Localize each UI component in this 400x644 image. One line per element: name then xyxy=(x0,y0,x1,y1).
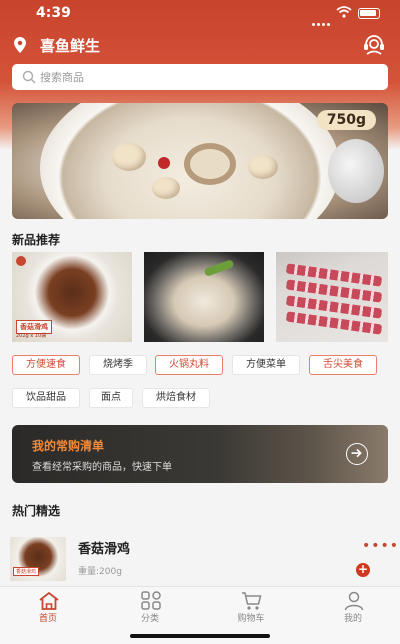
banner-spoon xyxy=(328,139,384,203)
hot-product-name[interactable]: 香菇滑鸡 xyxy=(78,538,130,557)
status-time: 4:39 xyxy=(36,5,71,21)
product-image-label: 香菇滑鸡 xyxy=(13,567,40,576)
new-product-card[interactable]: 香菇滑鸡 202g x 10袋 xyxy=(12,252,132,342)
category-tag[interactable]: 舌尖美食 xyxy=(309,355,377,375)
banner-food-piece xyxy=(184,143,236,185)
promo-banner[interactable]: 750g xyxy=(12,103,388,219)
wifi-icon xyxy=(336,6,352,18)
signal-icon xyxy=(312,11,334,26)
battery-icon xyxy=(358,8,380,19)
product-image-garnish xyxy=(203,259,235,277)
profile-icon xyxy=(344,591,364,611)
location-icon[interactable] xyxy=(14,37,26,53)
banner-weight-label: 750g xyxy=(316,110,376,130)
brand-logo-icon xyxy=(16,256,26,266)
category-tag[interactable]: 饮品甜品 xyxy=(12,388,80,408)
new-product-card[interactable] xyxy=(144,252,264,342)
hot-picks-title: 热门精选 xyxy=(12,504,61,518)
new-product-card[interactable] xyxy=(276,252,388,342)
home-icon xyxy=(39,591,59,610)
frequent-list-card[interactable]: 我的常购清单 查看经常采购的商品，快速下单 xyxy=(12,425,388,483)
category-tag[interactable]: 面点 xyxy=(89,388,133,408)
banner-food-piece xyxy=(112,143,146,171)
tab-label: 首页 xyxy=(38,614,57,624)
banner-pagination xyxy=(182,210,221,219)
tab-label: 购物车 xyxy=(237,614,265,624)
tab-home[interactable]: 首页 xyxy=(8,587,88,633)
banner-food-piece xyxy=(248,155,278,179)
home-indicator xyxy=(130,634,270,638)
tab-label: 我的 xyxy=(343,614,362,624)
app-title[interactable]: 喜鱼鲜生 xyxy=(40,35,100,56)
cart-icon xyxy=(242,592,262,610)
add-to-cart-button[interactable]: + xyxy=(356,563,370,577)
tab-profile[interactable]: 我的 xyxy=(313,587,393,633)
frequent-list-subtitle: 查看经常采购的商品，快速下单 xyxy=(32,462,172,473)
tab-category[interactable]: 分类 xyxy=(110,587,190,633)
arrow-right-icon[interactable] xyxy=(346,443,368,465)
category-tag[interactable]: 烘焙食材 xyxy=(142,388,210,408)
product-image-sublabel: 202g x 10袋 xyxy=(16,333,47,339)
tab-cart[interactable]: 购物车 xyxy=(211,587,291,633)
search-bar[interactable] xyxy=(12,64,388,90)
tab-label: 分类 xyxy=(140,614,159,624)
search-icon xyxy=(22,70,36,84)
hot-product-image[interactable]: 香菇滑鸡 xyxy=(10,537,66,581)
hot-product-weight: 重量:200g xyxy=(78,567,122,577)
category-tag[interactable]: 方便菜单 xyxy=(232,355,300,375)
banner-food-piece xyxy=(152,177,180,199)
category-tag[interactable]: 烧烤季 xyxy=(89,355,147,375)
search-input[interactable] xyxy=(40,68,370,86)
status-bar: 4:39 xyxy=(0,0,400,26)
top-bar: 喜鱼鲜生 xyxy=(0,32,400,58)
more-options-icon[interactable]: •••• xyxy=(362,539,399,553)
new-products-title: 新品推荐 xyxy=(12,233,61,247)
frequent-list-title: 我的常购清单 xyxy=(32,439,105,453)
customer-service-icon[interactable] xyxy=(362,34,386,56)
category-tag[interactable]: 火锅丸料 xyxy=(155,355,223,375)
category-tag[interactable]: 方便速食 xyxy=(12,355,80,375)
category-icon xyxy=(141,591,161,610)
banner-goji-berry xyxy=(158,157,170,169)
